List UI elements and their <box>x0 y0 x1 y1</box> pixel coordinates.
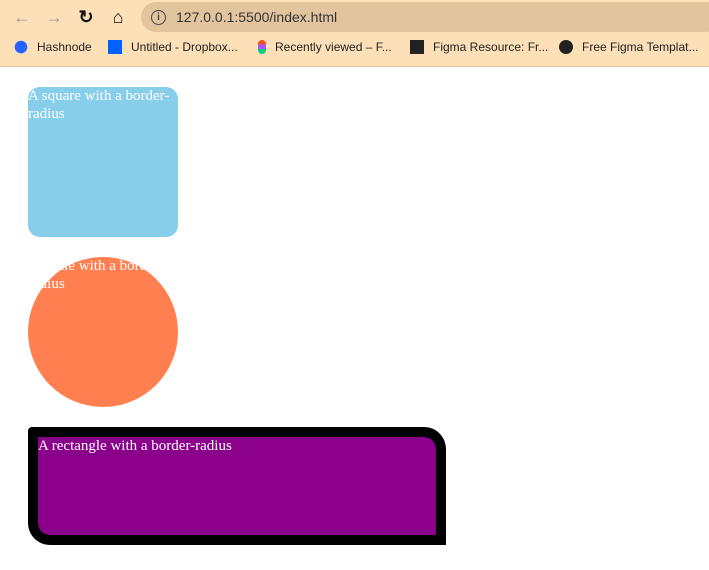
bookmark-label: Free Figma Templat... <box>582 40 699 54</box>
bookmark-free-figma[interactable]: Free Figma Templat... <box>559 37 698 57</box>
hashnode-icon <box>14 40 28 54</box>
bookmark-hashnode[interactable]: Hashnode <box>14 37 92 57</box>
figma-resource-icon <box>410 40 424 54</box>
circle-box: A circle with a border-radius <box>28 257 178 407</box>
bookmark-figma-recent[interactable]: Recently viewed – F... <box>258 37 392 57</box>
dropbox-icon <box>108 40 122 54</box>
rectangle-text: A rectangle with a border-radius <box>38 438 232 454</box>
home-icon[interactable]: ⌂ <box>106 5 130 29</box>
figma-icon <box>258 40 266 54</box>
address-bar[interactable]: i 127.0.0.1:5500/index.html <box>141 2 709 32</box>
browser-toolbar: ← → ↻ ⌂ i 127.0.0.1:5500/index.html Hash… <box>0 0 709 67</box>
bookmark-label: Figma Resource: Fr... <box>433 40 549 54</box>
circle-text: A circle with a border-radius <box>28 258 164 292</box>
forward-icon[interactable]: → <box>42 5 66 29</box>
square-text: A square with a border-radius <box>28 88 170 122</box>
reload-icon[interactable]: ↻ <box>74 5 98 29</box>
back-icon[interactable]: ← <box>10 5 34 29</box>
bookmark-label: Untitled - Dropbox... <box>131 40 238 54</box>
bookmark-figma-resource[interactable]: Figma Resource: Fr... <box>410 37 548 57</box>
bookmark-label: Hashnode <box>37 40 92 54</box>
info-icon[interactable]: i <box>151 9 166 25</box>
globe-icon <box>559 40 573 54</box>
bookmark-label: Recently viewed – F... <box>275 40 392 54</box>
rectangle-box: A rectangle with a border-radius <box>28 427 446 545</box>
bookmark-dropbox[interactable]: Untitled - Dropbox... <box>108 37 238 57</box>
square-box: A square with a border-radius <box>28 87 178 237</box>
url-text: 127.0.0.1:5500/index.html <box>176 9 338 25</box>
